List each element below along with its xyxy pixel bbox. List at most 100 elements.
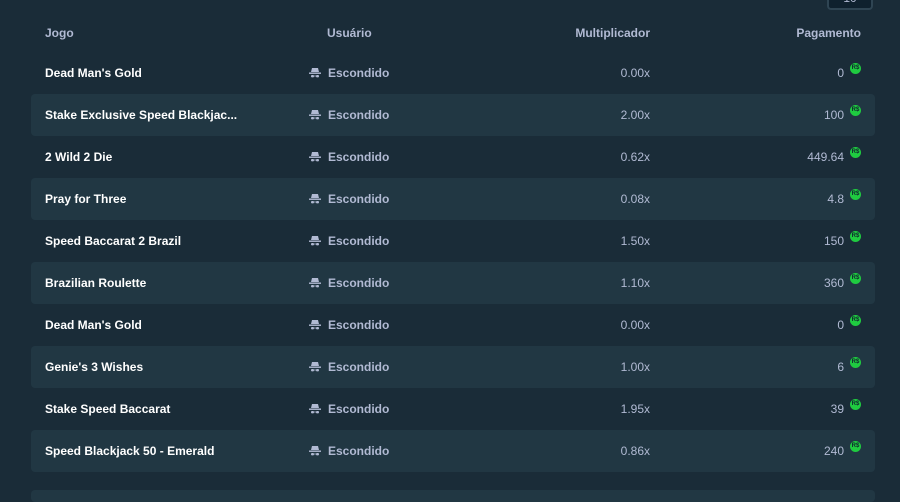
- user-name: Escondido: [328, 150, 390, 164]
- header-payment: Pagamento: [796, 26, 861, 40]
- table-header: Jogo Usuário Multiplicador Pagamento: [31, 10, 875, 52]
- brl-coin-icon: R$: [850, 314, 861, 326]
- game-name[interactable]: Speed Baccarat 2 Brazil: [45, 220, 295, 262]
- header-multiplier: Multiplicador: [575, 26, 650, 40]
- multiplier-value: 1.95x: [620, 402, 650, 416]
- user-name: Escondido: [328, 192, 390, 206]
- table-row[interactable]: Pray for Three Escondido 0.08x 4.8 R$: [31, 178, 875, 220]
- game-name[interactable]: 2 Wild 2 Die: [45, 136, 295, 178]
- payment-cell: 4.8 R$: [827, 178, 861, 220]
- table-row[interactable]: Brazilian Roulette Escondido 1.10x 360 R…: [31, 262, 875, 304]
- header-user: Usuário: [327, 26, 372, 40]
- game-name[interactable]: Brazilian Roulette: [45, 262, 295, 304]
- brl-coin-icon: R$: [850, 398, 861, 410]
- payment-cell: 360 R$: [824, 262, 861, 304]
- user-cell: Escondido: [309, 220, 389, 262]
- page-size-select[interactable]: 10: [827, 0, 873, 10]
- hidden-user-icon: [309, 236, 321, 246]
- multiplier-value: 1.10x: [620, 276, 650, 290]
- game-name[interactable]: Stake Exclusive Speed Blackjac...: [45, 94, 295, 136]
- hidden-user-icon: [309, 278, 321, 288]
- payment-value: 6: [837, 360, 844, 374]
- table-body: Dead Man's Gold Escondido 0.00x 0 R$ Sta…: [31, 52, 875, 472]
- hidden-user-icon: [309, 446, 321, 456]
- user-cell: Escondido: [309, 346, 389, 388]
- payment-value: 39: [830, 402, 844, 416]
- table-footer: [31, 490, 875, 502]
- payment-value: 100: [823, 108, 844, 122]
- multiplier-value: 0.00x: [620, 66, 650, 80]
- brl-coin-icon: R$: [850, 146, 861, 158]
- table-row[interactable]: Stake Exclusive Speed Blackjac... Escond…: [31, 94, 875, 136]
- hidden-user-icon: [309, 152, 321, 162]
- game-name[interactable]: Stake Speed Baccarat: [45, 388, 295, 430]
- multiplier-value: 0.86x: [620, 444, 650, 458]
- brl-coin-icon: R$: [850, 188, 861, 200]
- game-name[interactable]: Dead Man's Gold: [45, 304, 295, 346]
- user-name: Escondido: [328, 66, 390, 80]
- payment-cell: 6 R$: [837, 346, 861, 388]
- multiplier-value: 0.62x: [620, 150, 650, 164]
- user-name: Escondido: [328, 402, 390, 416]
- multiplier-value: 2.00x: [620, 108, 650, 122]
- table-row[interactable]: Speed Baccarat 2 Brazil Escondido 1.50x …: [31, 220, 875, 262]
- brl-coin-icon: R$: [850, 62, 861, 74]
- hidden-user-icon: [309, 320, 321, 330]
- user-cell: Escondido: [309, 262, 389, 304]
- multiplier-value: 1.50x: [620, 234, 650, 248]
- table-row[interactable]: Genie's 3 Wishes Escondido 1.00x 6 R$: [31, 346, 875, 388]
- brl-coin-icon: R$: [850, 440, 861, 452]
- table-row[interactable]: Speed Blackjack 50 - Emerald Escondido 0…: [31, 430, 875, 472]
- table-row[interactable]: Dead Man's Gold Escondido 0.00x 0 R$: [31, 304, 875, 346]
- payment-value: 449.64: [807, 150, 844, 164]
- hidden-user-icon: [309, 110, 321, 120]
- game-name[interactable]: Dead Man's Gold: [45, 52, 295, 94]
- payment-cell: 0 R$: [837, 52, 861, 94]
- payment-value: 0: [837, 66, 844, 80]
- user-name: Escondido: [328, 360, 390, 374]
- user-cell: Escondido: [309, 388, 389, 430]
- payment-value: 360: [823, 276, 844, 290]
- user-name: Escondido: [328, 318, 390, 332]
- hidden-user-icon: [309, 404, 321, 414]
- payment-value: 0: [837, 318, 844, 332]
- payment-cell: 39 R$: [831, 388, 861, 430]
- user-cell: Escondido: [309, 52, 389, 94]
- brl-coin-icon: R$: [850, 356, 861, 368]
- table-row[interactable]: Stake Speed Baccarat Escondido 1.95x 39 …: [31, 388, 875, 430]
- payment-cell: 240 R$: [824, 430, 861, 472]
- payment-cell: 150 R$: [824, 220, 861, 262]
- user-name: Escondido: [328, 276, 390, 290]
- payment-value: 150: [823, 234, 844, 248]
- multiplier-value: 1.00x: [620, 360, 650, 374]
- user-cell: Escondido: [309, 304, 389, 346]
- payment-value: 4.8: [827, 192, 844, 206]
- user-name: Escondido: [328, 234, 390, 248]
- payment-cell: 0 R$: [837, 304, 861, 346]
- payment-cell: 449.64 R$: [807, 136, 861, 178]
- hidden-user-icon: [309, 362, 321, 372]
- user-cell: Escondido: [309, 178, 389, 220]
- game-name[interactable]: Speed Blackjack 50 - Emerald: [45, 430, 295, 472]
- game-name[interactable]: Genie's 3 Wishes: [45, 346, 295, 388]
- user-cell: Escondido: [309, 430, 389, 472]
- page-size-value: 10: [843, 0, 856, 5]
- hidden-user-icon: [309, 194, 321, 204]
- multiplier-value: 0.08x: [620, 192, 650, 206]
- header-game: Jogo: [45, 26, 74, 40]
- payment-cell: 100 R$: [824, 94, 861, 136]
- table-row[interactable]: Dead Man's Gold Escondido 0.00x 0 R$: [31, 52, 875, 94]
- user-cell: Escondido: [309, 94, 389, 136]
- brl-coin-icon: R$: [850, 272, 861, 284]
- bets-table: Jogo Usuário Multiplicador Pagamento Dea…: [31, 10, 875, 472]
- multiplier-value: 0.00x: [620, 318, 650, 332]
- table-row[interactable]: 2 Wild 2 Die Escondido 0.62x 449.64 R$: [31, 136, 875, 178]
- hidden-user-icon: [309, 68, 321, 78]
- user-cell: Escondido: [309, 136, 389, 178]
- user-name: Escondido: [328, 108, 390, 122]
- payment-value: 240: [823, 444, 844, 458]
- brl-coin-icon: R$: [850, 230, 861, 242]
- game-name[interactable]: Pray for Three: [45, 178, 295, 220]
- brl-coin-icon: R$: [850, 104, 861, 116]
- user-name: Escondido: [328, 444, 390, 458]
